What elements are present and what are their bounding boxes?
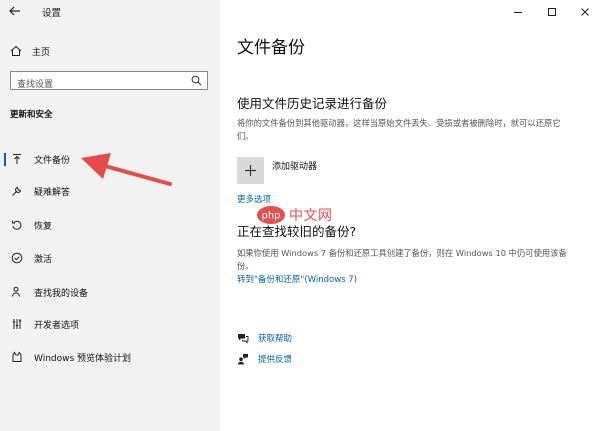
sidebar-home-label: 主页 <box>32 47 51 58</box>
older-backup-heading: 正在查找较旧的备份? <box>237 224 357 239</box>
sidebar-item-find-device[interactable]: 查找我的设备 <box>0 281 220 303</box>
person-location-icon <box>12 286 20 297</box>
feedback-label: 提供反馈 <box>258 355 293 365</box>
sidebar-item-insider[interactable]: Windows 预览体验计划 <box>0 346 220 368</box>
file-history-description: 将你的文件备份到其他驱动器，这样当原始文件丢失、受损或者被删除时，就可以还原它们… <box>237 118 561 141</box>
sidebar-item-label: 文件备份 <box>34 155 71 166</box>
close-icon[interactable] <box>578 4 592 18</box>
sidebar-item-developer[interactable]: 开发者选项 <box>0 313 220 335</box>
older-backup-description: 如果你使用 Windows 7 备份和还原工具创建了备份，则在 Windows … <box>237 248 567 271</box>
recovery-icon <box>12 220 22 230</box>
plus-icon <box>237 157 264 184</box>
sidebar-item-label: 疑难解答 <box>34 187 71 198</box>
sidebar-item-label: Windows 预览体验计划 <box>34 353 132 364</box>
get-help-label: 获取帮助 <box>258 334 293 344</box>
home-icon <box>10 45 22 56</box>
back-arrow-icon[interactable] <box>8 4 26 20</box>
insider-cat-icon <box>12 351 22 362</box>
wrench-icon <box>12 186 22 196</box>
chat-help-icon <box>238 334 249 344</box>
backup-restore-link[interactable]: 转到"备份和还原"(Windows 7) <box>237 273 357 285</box>
minimize-icon[interactable] <box>511 4 525 18</box>
more-options-link[interactable]: 更多选项 <box>237 193 271 205</box>
add-drive-label: 添加驱动器 <box>272 162 318 172</box>
feedback-person-icon <box>238 354 248 365</box>
section-title: 更新和安全 <box>10 110 53 120</box>
sidebar-item-activation[interactable]: 激活 <box>0 247 220 269</box>
window-title: 设置 <box>42 8 62 19</box>
sidebar-home[interactable]: 主页 <box>10 42 210 60</box>
upload-arrow-icon <box>13 154 21 164</box>
feedback-link[interactable]: 提供反馈 <box>237 353 292 365</box>
sidebar-item-label: 开发者选项 <box>34 320 80 331</box>
maximize-icon[interactable] <box>545 4 559 18</box>
sidebar: 设置 主页 更新和安全 文件备份 疑难解答 恢复 激活 查找我的设备 开发者选项… <box>0 0 220 431</box>
get-help-link[interactable]: 获取帮助 <box>237 332 292 344</box>
search-input[interactable] <box>11 76 193 94</box>
svg-text:php: php <box>261 211 280 222</box>
sidebar-item-recovery[interactable]: 恢复 <box>0 214 220 236</box>
file-history-heading: 使用文件历史记录进行备份 <box>237 96 388 111</box>
annotation-arrow-icon <box>81 153 172 186</box>
page-title: 文件备份 <box>237 38 305 58</box>
check-circle-icon <box>11 252 23 264</box>
search-box[interactable] <box>10 71 208 94</box>
developer-sliders-icon <box>12 319 22 329</box>
sidebar-item-label: 激活 <box>34 254 53 265</box>
search-icon[interactable] <box>191 75 202 86</box>
sidebar-item-label: 查找我的设备 <box>34 288 89 299</box>
sidebar-item-label: 恢复 <box>34 221 53 232</box>
add-drive-button[interactable]: 添加驱动器 <box>237 157 317 184</box>
